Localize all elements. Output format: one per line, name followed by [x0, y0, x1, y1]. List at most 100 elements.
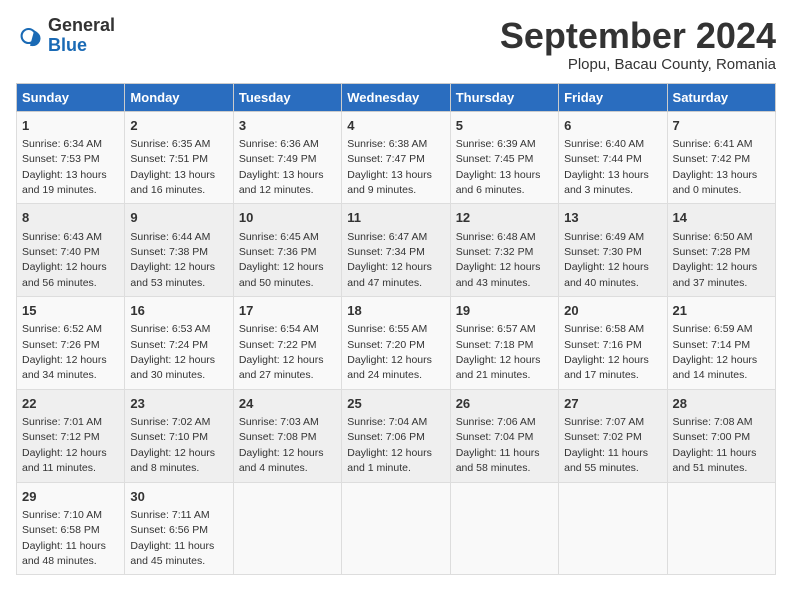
day-info: Sunrise: 6:48 AMSunset: 7:32 PMDaylight:… [456, 231, 541, 289]
day-info: Sunrise: 6:40 AMSunset: 7:44 PMDaylight:… [564, 138, 649, 196]
calendar-cell: 7 Sunrise: 6:41 AMSunset: 7:42 PMDayligh… [667, 111, 775, 204]
day-info: Sunrise: 7:03 AMSunset: 7:08 PMDaylight:… [239, 416, 324, 474]
week-row-4: 22 Sunrise: 7:01 AMSunset: 7:12 PMDaylig… [17, 389, 776, 482]
calendar-cell [233, 482, 341, 575]
day-number: 28 [673, 395, 770, 413]
calendar-cell: 12 Sunrise: 6:48 AMSunset: 7:32 PMDaylig… [450, 204, 558, 297]
logo-icon [16, 22, 44, 50]
day-info: Sunrise: 7:07 AMSunset: 7:02 PMDaylight:… [564, 416, 648, 474]
day-info: Sunrise: 6:53 AMSunset: 7:24 PMDaylight:… [130, 323, 215, 381]
day-number: 27 [564, 395, 661, 413]
column-header-friday: Friday [559, 83, 667, 111]
calendar-cell: 11 Sunrise: 6:47 AMSunset: 7:34 PMDaylig… [342, 204, 450, 297]
day-number: 4 [347, 117, 444, 135]
day-number: 13 [564, 209, 661, 227]
calendar-cell [450, 482, 558, 575]
day-info: Sunrise: 6:58 AMSunset: 7:16 PMDaylight:… [564, 323, 649, 381]
calendar-cell: 14 Sunrise: 6:50 AMSunset: 7:28 PMDaylig… [667, 204, 775, 297]
day-info: Sunrise: 7:01 AMSunset: 7:12 PMDaylight:… [22, 416, 107, 474]
location-title: Plopu, Bacau County, Romania [500, 56, 776, 73]
title-block: September 2024 Plopu, Bacau County, Roma… [500, 16, 776, 73]
column-header-sunday: Sunday [17, 83, 125, 111]
week-row-2: 8 Sunrise: 6:43 AMSunset: 7:40 PMDayligh… [17, 204, 776, 297]
day-info: Sunrise: 7:02 AMSunset: 7:10 PMDaylight:… [130, 416, 215, 474]
day-number: 3 [239, 117, 336, 135]
day-number: 2 [130, 117, 227, 135]
day-info: Sunrise: 6:47 AMSunset: 7:34 PMDaylight:… [347, 231, 432, 289]
calendar-cell: 10 Sunrise: 6:45 AMSunset: 7:36 PMDaylig… [233, 204, 341, 297]
logo-text: GeneralBlue [48, 16, 115, 56]
day-number: 21 [673, 302, 770, 320]
column-header-monday: Monday [125, 83, 233, 111]
calendar-cell: 4 Sunrise: 6:38 AMSunset: 7:47 PMDayligh… [342, 111, 450, 204]
calendar-table: SundayMondayTuesdayWednesdayThursdayFrid… [16, 83, 776, 576]
day-number: 20 [564, 302, 661, 320]
day-number: 17 [239, 302, 336, 320]
day-number: 19 [456, 302, 553, 320]
day-info: Sunrise: 6:52 AMSunset: 7:26 PMDaylight:… [22, 323, 107, 381]
calendar-body: 1 Sunrise: 6:34 AMSunset: 7:53 PMDayligh… [17, 111, 776, 575]
calendar-cell: 17 Sunrise: 6:54 AMSunset: 7:22 PMDaylig… [233, 297, 341, 390]
calendar-cell: 3 Sunrise: 6:36 AMSunset: 7:49 PMDayligh… [233, 111, 341, 204]
calendar-cell [667, 482, 775, 575]
week-row-3: 15 Sunrise: 6:52 AMSunset: 7:26 PMDaylig… [17, 297, 776, 390]
calendar-cell [559, 482, 667, 575]
day-info: Sunrise: 6:35 AMSunset: 7:51 PMDaylight:… [130, 138, 215, 196]
calendar-cell [342, 482, 450, 575]
day-info: Sunrise: 6:38 AMSunset: 7:47 PMDaylight:… [347, 138, 432, 196]
calendar-cell: 23 Sunrise: 7:02 AMSunset: 7:10 PMDaylig… [125, 389, 233, 482]
day-info: Sunrise: 7:11 AMSunset: 6:56 PMDaylight:… [130, 509, 214, 567]
day-number: 25 [347, 395, 444, 413]
day-number: 18 [347, 302, 444, 320]
day-number: 5 [456, 117, 553, 135]
logo: GeneralBlue [16, 16, 115, 56]
day-info: Sunrise: 7:06 AMSunset: 7:04 PMDaylight:… [456, 416, 540, 474]
day-number: 9 [130, 209, 227, 227]
column-header-tuesday: Tuesday [233, 83, 341, 111]
day-info: Sunrise: 6:44 AMSunset: 7:38 PMDaylight:… [130, 231, 215, 289]
day-info: Sunrise: 6:43 AMSunset: 7:40 PMDaylight:… [22, 231, 107, 289]
column-header-saturday: Saturday [667, 83, 775, 111]
calendar-cell: 21 Sunrise: 6:59 AMSunset: 7:14 PMDaylig… [667, 297, 775, 390]
calendar-cell: 28 Sunrise: 7:08 AMSunset: 7:00 PMDaylig… [667, 389, 775, 482]
calendar-header-row: SundayMondayTuesdayWednesdayThursdayFrid… [17, 83, 776, 111]
day-info: Sunrise: 6:36 AMSunset: 7:49 PMDaylight:… [239, 138, 324, 196]
day-info: Sunrise: 6:41 AMSunset: 7:42 PMDaylight:… [673, 138, 758, 196]
day-number: 29 [22, 488, 119, 506]
calendar-cell: 29 Sunrise: 7:10 AMSunset: 6:58 PMDaylig… [17, 482, 125, 575]
month-title: September 2024 [500, 16, 776, 56]
calendar-cell: 22 Sunrise: 7:01 AMSunset: 7:12 PMDaylig… [17, 389, 125, 482]
day-info: Sunrise: 7:10 AMSunset: 6:58 PMDaylight:… [22, 509, 106, 567]
week-row-5: 29 Sunrise: 7:10 AMSunset: 6:58 PMDaylig… [17, 482, 776, 575]
week-row-1: 1 Sunrise: 6:34 AMSunset: 7:53 PMDayligh… [17, 111, 776, 204]
day-info: Sunrise: 6:34 AMSunset: 7:53 PMDaylight:… [22, 138, 107, 196]
day-info: Sunrise: 7:08 AMSunset: 7:00 PMDaylight:… [673, 416, 757, 474]
day-number: 15 [22, 302, 119, 320]
day-info: Sunrise: 6:55 AMSunset: 7:20 PMDaylight:… [347, 323, 432, 381]
page-header: GeneralBlue September 2024 Plopu, Bacau … [16, 16, 776, 73]
calendar-cell: 24 Sunrise: 7:03 AMSunset: 7:08 PMDaylig… [233, 389, 341, 482]
day-number: 12 [456, 209, 553, 227]
day-number: 7 [673, 117, 770, 135]
calendar-cell: 13 Sunrise: 6:49 AMSunset: 7:30 PMDaylig… [559, 204, 667, 297]
calendar-cell: 2 Sunrise: 6:35 AMSunset: 7:51 PMDayligh… [125, 111, 233, 204]
day-number: 22 [22, 395, 119, 413]
calendar-cell: 18 Sunrise: 6:55 AMSunset: 7:20 PMDaylig… [342, 297, 450, 390]
day-info: Sunrise: 7:04 AMSunset: 7:06 PMDaylight:… [347, 416, 432, 474]
calendar-cell: 30 Sunrise: 7:11 AMSunset: 6:56 PMDaylig… [125, 482, 233, 575]
day-number: 14 [673, 209, 770, 227]
day-info: Sunrise: 6:57 AMSunset: 7:18 PMDaylight:… [456, 323, 541, 381]
day-number: 8 [22, 209, 119, 227]
day-info: Sunrise: 6:39 AMSunset: 7:45 PMDaylight:… [456, 138, 541, 196]
day-info: Sunrise: 6:49 AMSunset: 7:30 PMDaylight:… [564, 231, 649, 289]
calendar-cell: 20 Sunrise: 6:58 AMSunset: 7:16 PMDaylig… [559, 297, 667, 390]
calendar-cell: 9 Sunrise: 6:44 AMSunset: 7:38 PMDayligh… [125, 204, 233, 297]
day-info: Sunrise: 6:50 AMSunset: 7:28 PMDaylight:… [673, 231, 758, 289]
day-number: 1 [22, 117, 119, 135]
day-number: 26 [456, 395, 553, 413]
day-info: Sunrise: 6:54 AMSunset: 7:22 PMDaylight:… [239, 323, 324, 381]
calendar-cell: 1 Sunrise: 6:34 AMSunset: 7:53 PMDayligh… [17, 111, 125, 204]
column-header-wednesday: Wednesday [342, 83, 450, 111]
day-number: 10 [239, 209, 336, 227]
calendar-cell: 15 Sunrise: 6:52 AMSunset: 7:26 PMDaylig… [17, 297, 125, 390]
